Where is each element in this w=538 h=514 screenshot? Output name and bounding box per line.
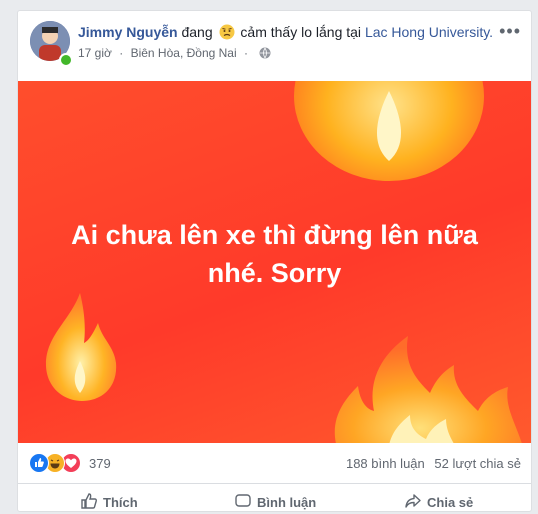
flame-decoration-icon (294, 81, 484, 181)
place-link[interactable]: Lac Hong University. (365, 24, 493, 40)
like-label: Thích (103, 495, 138, 510)
thumbs-up-icon (81, 493, 97, 509)
more-options-button[interactable]: ••• (499, 21, 521, 42)
comment-label: Bình luận (257, 495, 317, 510)
engagement-stats: 188 bình luận 52 lượt chia sẻ (340, 456, 521, 471)
post-background: Ai chưa lên xe thì đừng lên nữa nhé. Sor… (18, 81, 531, 443)
post-meta: 17 giờ · Biên Hòa, Đồng Nai · (78, 46, 271, 60)
post-text-line-1: Ai chưa lên xe thì đừng lên nữa (71, 220, 478, 250)
post-verb: đang (181, 24, 213, 40)
flame-decoration-icon (45, 293, 117, 401)
comment-count-link[interactable]: 188 bình luận (346, 456, 425, 471)
flame-decoration-icon (334, 336, 522, 443)
post-header: Jimmy Nguyễn đang cảm thấy lo lắng tại L… (18, 11, 531, 73)
share-button[interactable]: Chia sẻ (404, 492, 473, 510)
reaction-count[interactable]: 379 (89, 456, 111, 471)
post-stats: 379 188 bình luận 52 lượt chia sẻ (18, 443, 531, 484)
comment-icon (235, 494, 251, 507)
post-title-line: Jimmy Nguyễn đang cảm thấy lo lắng tại L… (78, 24, 493, 40)
post-text: Ai chưa lên xe thì đừng lên nữa nhé. Sor… (18, 216, 531, 292)
worried-face-icon (219, 24, 235, 40)
globe-icon[interactable] (259, 47, 271, 59)
post-time[interactable]: 17 giờ (78, 46, 112, 60)
post-card: Jimmy Nguyễn đang cảm thấy lo lắng tại L… (17, 10, 532, 512)
comment-button[interactable]: Bình luận (234, 492, 316, 510)
share-count-link[interactable]: 52 lượt chia sẻ (434, 456, 521, 471)
author-name[interactable]: Jimmy Nguyễn (78, 24, 178, 40)
post-actions: Thích Bình luận Chia sẻ (18, 484, 531, 514)
share-icon (405, 494, 421, 508)
like-icon (29, 453, 49, 473)
post-text-line-2: nhé. Sorry (207, 258, 342, 288)
share-label: Chia sẻ (427, 495, 474, 510)
post-location[interactable]: Biên Hòa, Đồng Nai (131, 46, 237, 60)
meta-separator: · (243, 46, 248, 60)
feeling-text: cảm thấy lo lắng tại (240, 24, 362, 40)
online-status-dot (59, 53, 73, 67)
like-button[interactable]: Thích (80, 492, 138, 510)
meta-separator: · (119, 46, 124, 60)
